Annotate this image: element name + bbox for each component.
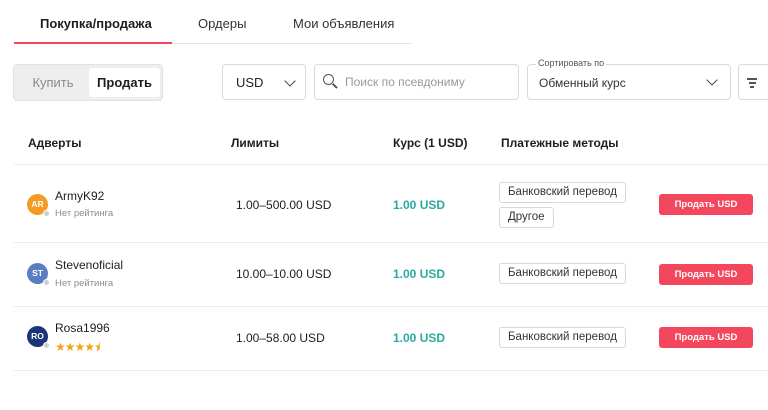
rating-text: Нет рейтинга <box>55 208 114 219</box>
divider <box>14 306 768 307</box>
avatar-initials: ST <box>32 268 43 278</box>
rate: 1.00 USD <box>393 267 446 281</box>
status-dot <box>43 279 50 286</box>
sort-select[interactable]: Сортировать по Обменный курс <box>527 58 731 100</box>
sell-usd-button[interactable]: Продать USD <box>659 194 753 215</box>
tab-buy-sell[interactable]: Покупка/продажа <box>40 16 152 31</box>
search-input[interactable] <box>345 73 510 91</box>
filter-icon <box>747 78 757 90</box>
buy-toggle-button[interactable]: Купить <box>18 68 88 97</box>
rate: 1.00 USD <box>393 198 446 212</box>
payment-method-badge: Другое <box>499 207 554 228</box>
rating-stars: ★★★★⯨ <box>55 340 100 354</box>
tab-orders[interactable]: Ордеры <box>198 16 246 31</box>
payment-method-badge: Банковский перевод <box>499 327 626 348</box>
payment-method-badge: Банковский перевод <box>499 263 626 284</box>
rating-text: Нет рейтинга <box>55 278 114 289</box>
active-tab-indicator <box>14 42 172 44</box>
advertiser-name[interactable]: Rosa1996 <box>55 321 110 335</box>
column-header-adverts: Адверты <box>28 136 82 150</box>
advertiser-name[interactable]: Stevenoficial <box>55 258 123 272</box>
sell-toggle-button[interactable]: Продать <box>89 68 160 97</box>
search-box <box>314 64 519 100</box>
divider <box>14 370 768 371</box>
tab-bar: Покупка/продажа Ордеры Мои объявления <box>14 0 412 44</box>
status-dot <box>43 210 50 217</box>
rate: 1.00 USD <box>393 331 446 345</box>
currency-select[interactable]: USD <box>222 64 306 100</box>
column-header-limits: Лимиты <box>231 136 280 150</box>
sell-usd-button[interactable]: Продать USD <box>659 327 753 348</box>
tab-my-ads[interactable]: Мои объявления <box>293 16 394 31</box>
avatar-initials: RO <box>31 331 44 341</box>
divider <box>14 242 768 243</box>
sell-usd-button[interactable]: Продать USD <box>659 264 753 285</box>
chevron-down-icon <box>284 75 296 87</box>
sort-label: Сортировать по <box>536 58 607 68</box>
avatar: RO <box>27 326 50 349</box>
search-icon <box>323 74 334 85</box>
limits: 1.00–500.00 USD <box>236 198 332 212</box>
divider <box>14 164 768 165</box>
payment-method-badge: Банковский перевод <box>499 182 626 203</box>
currency-value: USD <box>236 75 264 90</box>
column-header-rate: Курс (1 USD) <box>393 136 468 150</box>
limits: 1.00–58.00 USD <box>236 331 325 345</box>
chevron-down-icon <box>706 74 718 86</box>
advertiser-name[interactable]: ArmyK92 <box>55 189 104 203</box>
avatar-initials: AR <box>31 199 44 209</box>
avatar: AR <box>27 194 50 217</box>
column-header-payment-methods: Платежные методы <box>501 136 619 150</box>
filter-button[interactable] <box>738 64 768 100</box>
sort-value: Обменный курс <box>539 76 626 90</box>
buy-sell-toggle: Купить Продать <box>13 64 163 101</box>
avatar: ST <box>27 263 50 286</box>
limits: 10.00–10.00 USD <box>236 267 332 281</box>
status-dot <box>43 342 50 349</box>
